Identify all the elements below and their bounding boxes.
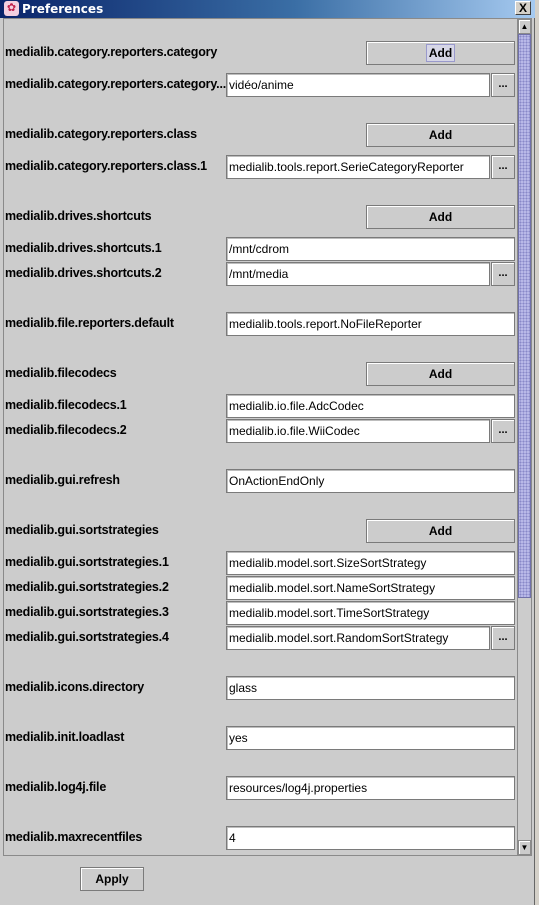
preference-value-field[interactable]: medialib.tools.report.NoFileReporter [226,312,515,336]
add-button[interactable]: Add [366,41,515,65]
preference-key-label: medialib.drives.shortcuts.2 [5,266,162,280]
preference-value-field[interactable]: resources/log4j.properties [226,776,515,800]
preference-value-field[interactable]: yes [226,726,515,750]
preference-key-label: medialib.drives.shortcuts [5,209,152,223]
window-title: Preferences [22,2,104,16]
preference-row: medialib.icons.directory glass [4,676,517,700]
preference-row: medialib.drives.shortcuts.2/mnt/media... [4,262,517,286]
arrow-down-icon: ▼ [520,843,529,852]
preference-row: medialib.gui.sortstrategies.1 medialib.mo… [4,551,517,575]
vertical-scrollbar[interactable]: ▲ ▼ [517,19,531,855]
background-desktop [535,0,539,905]
scroll-up-button[interactable]: ▲ [518,19,531,34]
browse-button[interactable]: ... [491,262,515,286]
preference-row: medialib.gui.sortstrategies.3 medialib.mo… [4,601,517,625]
preference-row: medialib.gui.sortstrategies.4 medialib.mo… [4,626,517,650]
preference-key-label: medialib.gui.sortstrategies [5,523,159,537]
preference-key-label: medialib.drives.shortcuts.1 [5,241,162,255]
preference-value-field[interactable]: /mnt/media [226,262,490,286]
preference-value-field[interactable]: medialib.model.sort.NameSortStrategy [226,576,515,600]
preference-value-field[interactable]: OnActionEndOnly [226,469,515,493]
preference-key-label: medialib.gui.sortstrategies.3 [5,605,169,619]
preference-key-label: medialib.file.reporters.default [5,316,174,330]
browse-button[interactable]: ... [491,419,515,443]
preference-value-field[interactable]: vidéo/anime [226,73,490,97]
preference-group-row: medialib.category.reporters.class Add [4,123,517,147]
preference-key-label: medialib.gui.sortstrategies.4 [5,630,169,644]
preference-key-label: medialib.category.reporters.category... [5,77,226,91]
preference-group-row: medialib.category.reporters.category Add [4,41,517,65]
add-button[interactable]: Add [366,205,515,229]
add-button-label: Add [428,210,453,224]
add-button[interactable]: Add [366,362,515,386]
preference-row: medialib.filecodecs.2 medialib.io.file.Wi… [4,419,517,443]
preference-value-field[interactable]: medialib.model.sort.TimeSortStrategy [226,601,515,625]
preference-group-row: medialib.gui.sortstrategies Add [4,519,517,543]
preference-row: medialib.drives.shortcuts.1/mnt/cdrom [4,237,517,261]
title-bar[interactable]: ✿ Preferences X [0,0,535,18]
browse-button[interactable]: ... [491,73,515,97]
add-button-label: Add [428,367,453,381]
preferences-window: ✿ Preferences X medialib.category.report… [0,0,535,905]
preference-value-field[interactable]: medialib.model.sort.SizeSortStrategy [226,551,515,575]
preference-value-field[interactable]: medialib.model.sort.RandomSortStrategy [226,626,490,650]
add-button[interactable]: Add [366,123,515,147]
preference-group-row: medialib.drives.shortcuts Add [4,205,517,229]
preference-row: medialib.filecodecs.1 medialib.io.file.Ad… [4,394,517,418]
preference-group-row: medialib.filecodecs Add [4,362,517,386]
preference-key-label: medialib.category.reporters.category [5,45,218,59]
app-icon: ✿ [4,1,19,16]
preferences-scroll-pane[interactable]: medialib.category.reporters.category Add m… [3,18,532,856]
add-button[interactable]: Add [366,519,515,543]
arrow-up-icon: ▲ [520,22,529,31]
preference-value-field[interactable]: glass [226,676,515,700]
add-button-label: Add [428,524,453,538]
preference-key-label: medialib.gui.refresh [5,473,120,487]
preference-row: medialib.maxrecentfiles 4 [4,826,517,850]
preference-key-label: medialib.filecodecs.2 [5,423,127,437]
preference-row: medialib.gui.sortstrategies.2 medialib.mo… [4,576,517,600]
preference-value-field[interactable]: medialib.io.file.AdcCodec [226,394,515,418]
preference-value-field[interactable]: medialib.tools.report.SerieCategoryRepor… [226,155,490,179]
preference-value-field[interactable]: 4 [226,826,515,850]
preference-key-label: medialib.gui.sortstrategies.1 [5,555,169,569]
preference-row: medialib.init.loadlast yes [4,726,517,750]
browse-button[interactable]: ... [491,626,515,650]
preference-value-field[interactable]: medialib.io.file.WiiCodec [226,419,490,443]
preference-key-label: medialib.filecodecs.1 [5,398,127,412]
preference-key-label: medialib.init.loadlast [5,730,125,744]
preference-row: medialib.file.reporters.default medialib.… [4,312,517,336]
scroll-down-button[interactable]: ▼ [518,840,531,855]
browse-button[interactable]: ... [491,155,515,179]
preference-row: medialib.category.reporters.class.1 media… [4,155,517,179]
preference-row: medialib.gui.refresh OnActionEndOnly [4,469,517,493]
preference-key-label: medialib.filecodecs [5,366,117,380]
preference-key-label: medialib.maxrecentfiles [5,830,143,844]
preference-value-field[interactable]: /mnt/cdrom [226,237,515,261]
preference-row: medialib.category.reporters.category... v… [4,73,517,97]
scrollbar-thumb[interactable] [518,34,531,598]
preference-row: medialib.log4j.file resources/log4j.prope… [4,776,517,800]
preference-key-label: medialib.gui.sortstrategies.2 [5,580,169,594]
add-button-label: Add [428,128,453,142]
preference-key-label: medialib.log4j.file [5,780,107,794]
preference-key-label: medialib.category.reporters.class [5,127,197,141]
add-button-label: Add [425,44,456,62]
apply-button[interactable]: Apply [80,867,144,891]
preference-key-label: medialib.icons.directory [5,680,144,694]
preference-key-label: medialib.category.reporters.class.1 [5,159,207,173]
close-button[interactable]: X [515,1,531,15]
